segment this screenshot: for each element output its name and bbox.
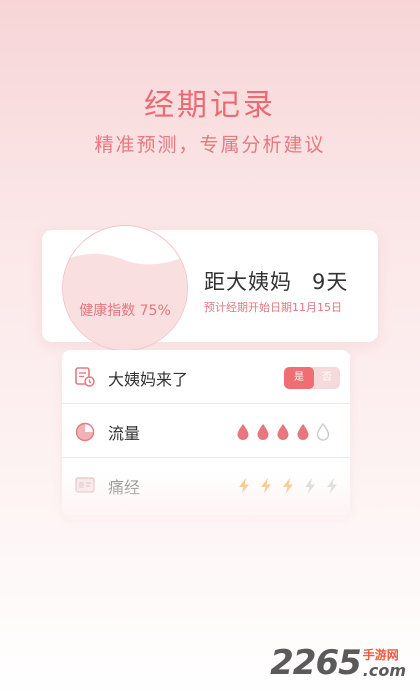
- site-watermark: 2265 手游网 .com: [270, 646, 406, 680]
- drop-filled-icon[interactable]: [256, 423, 270, 441]
- watermark-domain: .com: [362, 661, 406, 680]
- period-label: 大姨妈来了: [108, 370, 189, 389]
- flow-rating[interactable]: [236, 423, 330, 441]
- period-row: 大姨妈来了 是 否: [62, 350, 350, 404]
- toggle-no-option[interactable]: 否: [314, 367, 340, 389]
- flow-label: 流量: [108, 424, 141, 443]
- toggle-yes-option[interactable]: 是: [284, 367, 314, 389]
- countdown-days: 9天: [312, 270, 349, 294]
- list-fade-overlay: [62, 470, 350, 520]
- drop-empty-icon[interactable]: [316, 423, 330, 441]
- watermark-number: 2265: [270, 643, 362, 683]
- period-toggle[interactable]: 是 否: [284, 367, 340, 389]
- health-index-label: 健康指数 75%: [79, 303, 171, 319]
- flow-pie-icon: [75, 422, 95, 442]
- prediction-text: 预计经期开始日期11月15日: [204, 301, 342, 314]
- hero-subtitle: 精准预测，专属分析建议: [94, 134, 326, 156]
- drop-filled-icon[interactable]: [276, 423, 290, 441]
- flow-row: 流量: [62, 404, 350, 458]
- watermark-site-name: 手游网: [362, 648, 399, 662]
- countdown-label: 距大姨妈: [204, 270, 292, 294]
- health-index-circle: 健康指数 75%: [62, 225, 188, 351]
- drop-filled-icon[interactable]: [236, 423, 250, 441]
- countdown: 距大姨妈 9天: [204, 266, 348, 296]
- hero-title: 经期记录: [144, 88, 276, 123]
- calendar-note-icon: [75, 367, 95, 387]
- drop-filled-icon[interactable]: [296, 423, 310, 441]
- health-wave-graphic: [63, 253, 187, 350]
